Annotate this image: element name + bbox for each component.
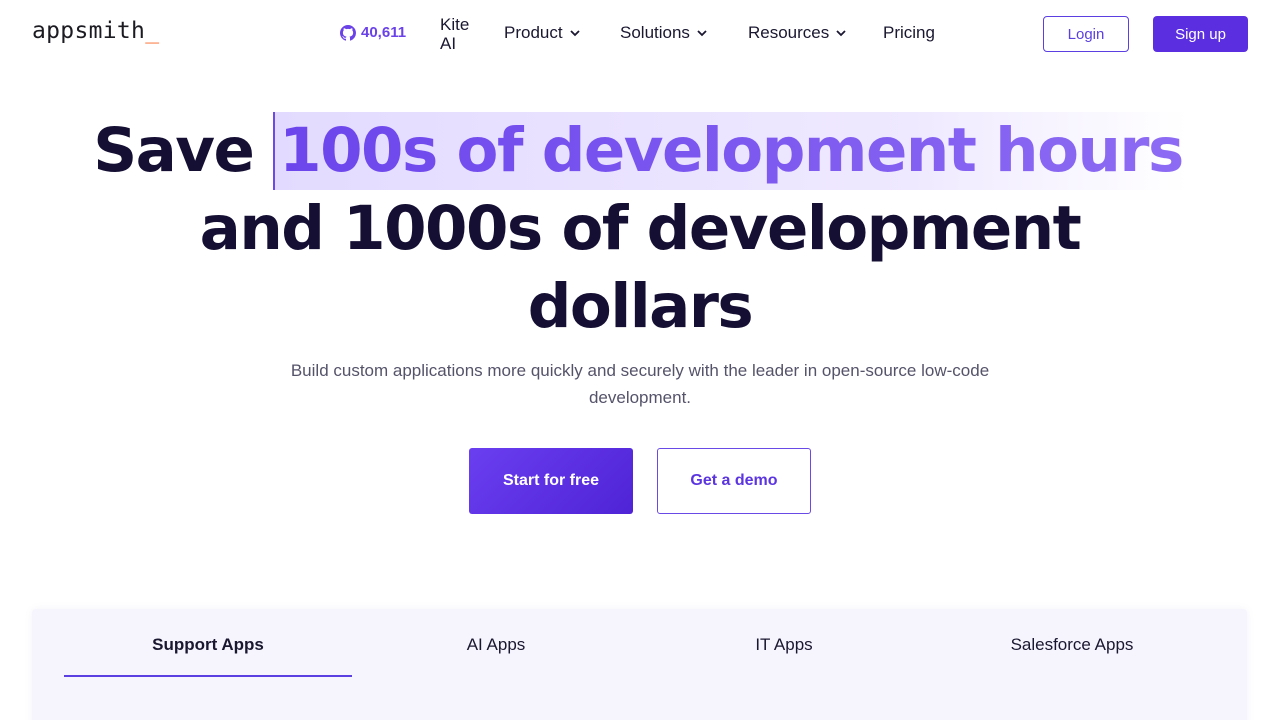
hero-title-line2: and 1000s of development <box>199 193 1082 264</box>
start-for-free-button[interactable]: Start for free <box>469 448 633 514</box>
chevron-down-icon <box>569 30 580 37</box>
nav-solutions-label: Solutions <box>620 23 690 42</box>
github-stars-link[interactable]: 40,611 <box>340 24 406 41</box>
hero-title-line3: dollars <box>527 271 754 342</box>
active-tab-underline <box>64 675 352 677</box>
nav-resources-label: Resources <box>748 23 830 42</box>
tab-ai-apps[interactable]: AI Apps <box>352 635 640 655</box>
nav-resources[interactable]: Resources <box>748 23 847 43</box>
kite-label-line2: AI <box>440 34 457 53</box>
nav-solutions[interactable]: Solutions <box>620 23 708 43</box>
logo-cursor: _ <box>145 18 160 44</box>
login-button[interactable]: Login <box>1043 16 1129 52</box>
nav-pricing[interactable]: Pricing <box>883 23 935 43</box>
nav-product-label: Product <box>504 23 563 42</box>
chevron-down-icon <box>697 30 707 37</box>
tab-salesforce-apps[interactable]: Salesforce Apps <box>928 635 1216 655</box>
get-a-demo-button[interactable]: Get a demo <box>657 448 811 514</box>
use-case-tabs-panel <box>32 609 1247 720</box>
appsmith-logo[interactable]: appsmith_ <box>32 18 159 44</box>
nav-kite-ai[interactable]: Kite AI <box>440 15 480 53</box>
hero-title-prefix: Save <box>93 115 255 186</box>
github-stars-count: 40,611 <box>361 24 407 41</box>
signup-button[interactable]: Sign up <box>1153 16 1248 52</box>
kite-label-line1: Kite <box>440 15 470 34</box>
hero-title-highlight-text: 100s of development hours <box>279 115 1184 186</box>
github-icon <box>340 24 356 41</box>
nav-product[interactable]: Product <box>504 23 581 43</box>
tab-support-apps[interactable]: Support Apps <box>64 635 352 655</box>
chevron-down-icon <box>836 30 846 37</box>
hero-title: Save 100s of development hours and 1000s… <box>0 112 1280 346</box>
nav-pricing-label: Pricing <box>883 23 935 42</box>
hero-subtitle: Build custom applications more quickly a… <box>290 361 990 407</box>
tab-it-apps[interactable]: IT Apps <box>640 635 928 655</box>
logo-text: appsmith <box>32 18 146 44</box>
hero-title-highlight: 100s of development hours <box>273 112 1187 190</box>
